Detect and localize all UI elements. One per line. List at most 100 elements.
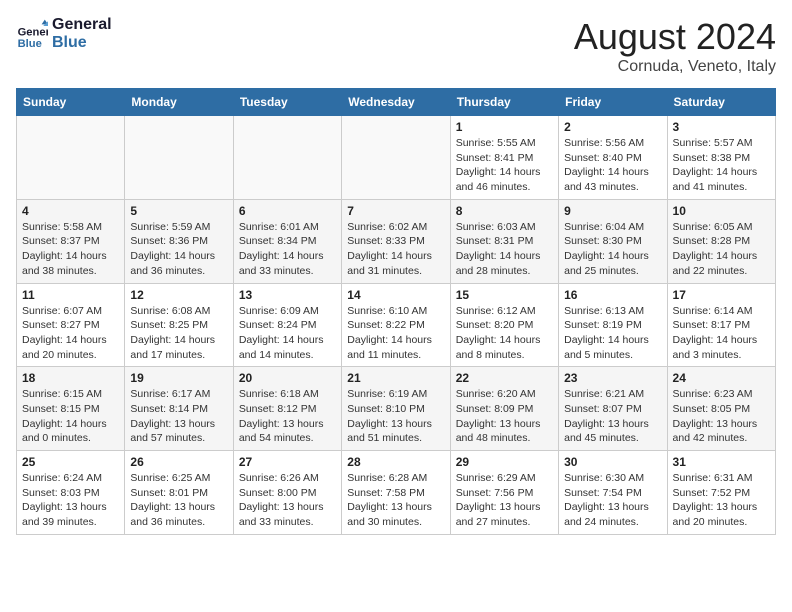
calendar-cell: 30 Sunrise: 6:30 AM Sunset: 7:54 PM Dayli… <box>559 451 667 535</box>
calendar-week-2: 4 Sunrise: 5:58 AM Sunset: 8:37 PM Daylig… <box>17 199 776 283</box>
day-info: Sunrise: 5:59 AM Sunset: 8:36 PM Dayligh… <box>130 220 227 279</box>
day-number: 22 <box>456 371 553 385</box>
day-info: Sunrise: 6:17 AM Sunset: 8:14 PM Dayligh… <box>130 387 227 446</box>
day-info: Sunrise: 6:30 AM Sunset: 7:54 PM Dayligh… <box>564 471 661 530</box>
day-number: 18 <box>22 371 119 385</box>
weekday-header-saturday: Saturday <box>667 89 775 116</box>
calendar-cell <box>17 116 125 200</box>
day-info: Sunrise: 6:21 AM Sunset: 8:07 PM Dayligh… <box>564 387 661 446</box>
calendar-cell: 19 Sunrise: 6:17 AM Sunset: 8:14 PM Dayli… <box>125 367 233 451</box>
day-number: 6 <box>239 204 336 218</box>
calendar-cell: 7 Sunrise: 6:02 AM Sunset: 8:33 PM Daylig… <box>342 199 450 283</box>
day-number: 23 <box>564 371 661 385</box>
calendar-cell <box>342 116 450 200</box>
day-number: 29 <box>456 455 553 469</box>
day-number: 9 <box>564 204 661 218</box>
calendar-cell: 9Sunrise: 6:04 AM Sunset: 8:30 PM Daylig… <box>559 199 667 283</box>
day-number: 31 <box>673 455 770 469</box>
title-block: August 2024 Cornuda, Veneto, Italy <box>574 16 776 76</box>
day-number: 16 <box>564 288 661 302</box>
day-info: Sunrise: 5:55 AM Sunset: 8:41 PM Dayligh… <box>456 136 553 195</box>
day-number: 19 <box>130 371 227 385</box>
calendar-cell: 10 Sunrise: 6:05 AM Sunset: 8:28 PM Dayli… <box>667 199 775 283</box>
calendar-cell: 27Sunrise: 6:26 AM Sunset: 8:00 PM Dayli… <box>233 451 341 535</box>
day-info: Sunrise: 6:14 AM Sunset: 8:17 PM Dayligh… <box>673 304 770 363</box>
day-info: Sunrise: 6:09 AM Sunset: 8:24 PM Dayligh… <box>239 304 336 363</box>
calendar-cell: 16 Sunrise: 6:13 AM Sunset: 8:19 PM Dayli… <box>559 283 667 367</box>
location-subtitle: Cornuda, Veneto, Italy <box>574 58 776 76</box>
day-info: Sunrise: 6:03 AM Sunset: 8:31 PM Dayligh… <box>456 220 553 279</box>
day-info: Sunrise: 6:12 AM Sunset: 8:20 PM Dayligh… <box>456 304 553 363</box>
day-number: 5 <box>130 204 227 218</box>
day-number: 4 <box>22 204 119 218</box>
calendar-cell: 12Sunrise: 6:08 AM Sunset: 8:25 PM Dayli… <box>125 283 233 367</box>
calendar-week-4: 18Sunrise: 6:15 AM Sunset: 8:15 PM Dayli… <box>17 367 776 451</box>
day-number: 12 <box>130 288 227 302</box>
calendar-week-3: 11 Sunrise: 6:07 AM Sunset: 8:27 PM Dayli… <box>17 283 776 367</box>
weekday-header-wednesday: Wednesday <box>342 89 450 116</box>
day-info: Sunrise: 6:28 AM Sunset: 7:58 PM Dayligh… <box>347 471 444 530</box>
day-number: 27 <box>239 455 336 469</box>
calendar-cell: 2Sunrise: 5:56 AM Sunset: 8:40 PM Daylig… <box>559 116 667 200</box>
calendar-cell: 13 Sunrise: 6:09 AM Sunset: 8:24 PM Dayli… <box>233 283 341 367</box>
day-number: 3 <box>673 120 770 134</box>
weekday-header-thursday: Thursday <box>450 89 558 116</box>
day-info: Sunrise: 6:20 AM Sunset: 8:09 PM Dayligh… <box>456 387 553 446</box>
day-info: Sunrise: 6:13 AM Sunset: 8:19 PM Dayligh… <box>564 304 661 363</box>
day-number: 13 <box>239 288 336 302</box>
calendar-cell: 20 Sunrise: 6:18 AM Sunset: 8:12 PM Dayli… <box>233 367 341 451</box>
day-info: Sunrise: 6:02 AM Sunset: 8:33 PM Dayligh… <box>347 220 444 279</box>
day-number: 25 <box>22 455 119 469</box>
month-year-title: August 2024 <box>574 16 776 58</box>
weekday-header-monday: Monday <box>125 89 233 116</box>
day-info: Sunrise: 6:19 AM Sunset: 8:10 PM Dayligh… <box>347 387 444 446</box>
weekday-header-tuesday: Tuesday <box>233 89 341 116</box>
day-number: 7 <box>347 204 444 218</box>
calendar-cell: 11 Sunrise: 6:07 AM Sunset: 8:27 PM Dayli… <box>17 283 125 367</box>
day-info: Sunrise: 6:18 AM Sunset: 8:12 PM Dayligh… <box>239 387 336 446</box>
calendar-cell: 22 Sunrise: 6:20 AM Sunset: 8:09 PM Dayli… <box>450 367 558 451</box>
weekday-header-sunday: Sunday <box>17 89 125 116</box>
logo-icon: General Blue <box>16 18 48 50</box>
day-info: Sunrise: 6:25 AM Sunset: 8:01 PM Dayligh… <box>130 471 227 530</box>
calendar-cell: 1 Sunrise: 5:55 AM Sunset: 8:41 PM Daylig… <box>450 116 558 200</box>
day-info: Sunrise: 6:10 AM Sunset: 8:22 PM Dayligh… <box>347 304 444 363</box>
day-info: Sunrise: 5:58 AM Sunset: 8:37 PM Dayligh… <box>22 220 119 279</box>
day-number: 11 <box>22 288 119 302</box>
day-info: Sunrise: 6:29 AM Sunset: 7:56 PM Dayligh… <box>456 471 553 530</box>
svg-text:General: General <box>18 27 48 39</box>
day-info: Sunrise: 5:56 AM Sunset: 8:40 PM Dayligh… <box>564 136 661 195</box>
day-info: Sunrise: 6:07 AM Sunset: 8:27 PM Dayligh… <box>22 304 119 363</box>
calendar-cell <box>125 116 233 200</box>
calendar-cell: 15 Sunrise: 6:12 AM Sunset: 8:20 PM Dayli… <box>450 283 558 367</box>
day-number: 17 <box>673 288 770 302</box>
day-number: 20 <box>239 371 336 385</box>
day-number: 15 <box>456 288 553 302</box>
calendar-cell: 21Sunrise: 6:19 AM Sunset: 8:10 PM Dayli… <box>342 367 450 451</box>
calendar-cell: 14 Sunrise: 6:10 AM Sunset: 8:22 PM Dayli… <box>342 283 450 367</box>
calendar-cell: 18Sunrise: 6:15 AM Sunset: 8:15 PM Dayli… <box>17 367 125 451</box>
day-number: 14 <box>347 288 444 302</box>
calendar-cell: 25 Sunrise: 6:24 AM Sunset: 8:03 PM Dayli… <box>17 451 125 535</box>
calendar-week-1: 1 Sunrise: 5:55 AM Sunset: 8:41 PM Daylig… <box>17 116 776 200</box>
day-info: Sunrise: 6:24 AM Sunset: 8:03 PM Dayligh… <box>22 471 119 530</box>
day-info: Sunrise: 6:01 AM Sunset: 8:34 PM Dayligh… <box>239 220 336 279</box>
calendar-cell: 23 Sunrise: 6:21 AM Sunset: 8:07 PM Dayli… <box>559 367 667 451</box>
calendar-cell: 26 Sunrise: 6:25 AM Sunset: 8:01 PM Dayli… <box>125 451 233 535</box>
day-number: 26 <box>130 455 227 469</box>
day-info: Sunrise: 6:31 AM Sunset: 7:52 PM Dayligh… <box>673 471 770 530</box>
weekday-header-friday: Friday <box>559 89 667 116</box>
logo-general: General <box>52 16 112 34</box>
calendar-header-row: SundayMondayTuesdayWednesdayThursdayFrid… <box>17 89 776 116</box>
calendar-cell: 6 Sunrise: 6:01 AM Sunset: 8:34 PM Daylig… <box>233 199 341 283</box>
day-number: 10 <box>673 204 770 218</box>
calendar-cell: 28Sunrise: 6:28 AM Sunset: 7:58 PM Dayli… <box>342 451 450 535</box>
calendar-table: SundayMondayTuesdayWednesdayThursdayFrid… <box>16 88 776 535</box>
day-number: 30 <box>564 455 661 469</box>
calendar-cell: 17 Sunrise: 6:14 AM Sunset: 8:17 PM Dayli… <box>667 283 775 367</box>
day-number: 1 <box>456 120 553 134</box>
day-number: 8 <box>456 204 553 218</box>
day-info: Sunrise: 6:05 AM Sunset: 8:28 PM Dayligh… <box>673 220 770 279</box>
calendar-cell: 3 Sunrise: 5:57 AM Sunset: 8:38 PM Daylig… <box>667 116 775 200</box>
day-info: Sunrise: 5:57 AM Sunset: 8:38 PM Dayligh… <box>673 136 770 195</box>
